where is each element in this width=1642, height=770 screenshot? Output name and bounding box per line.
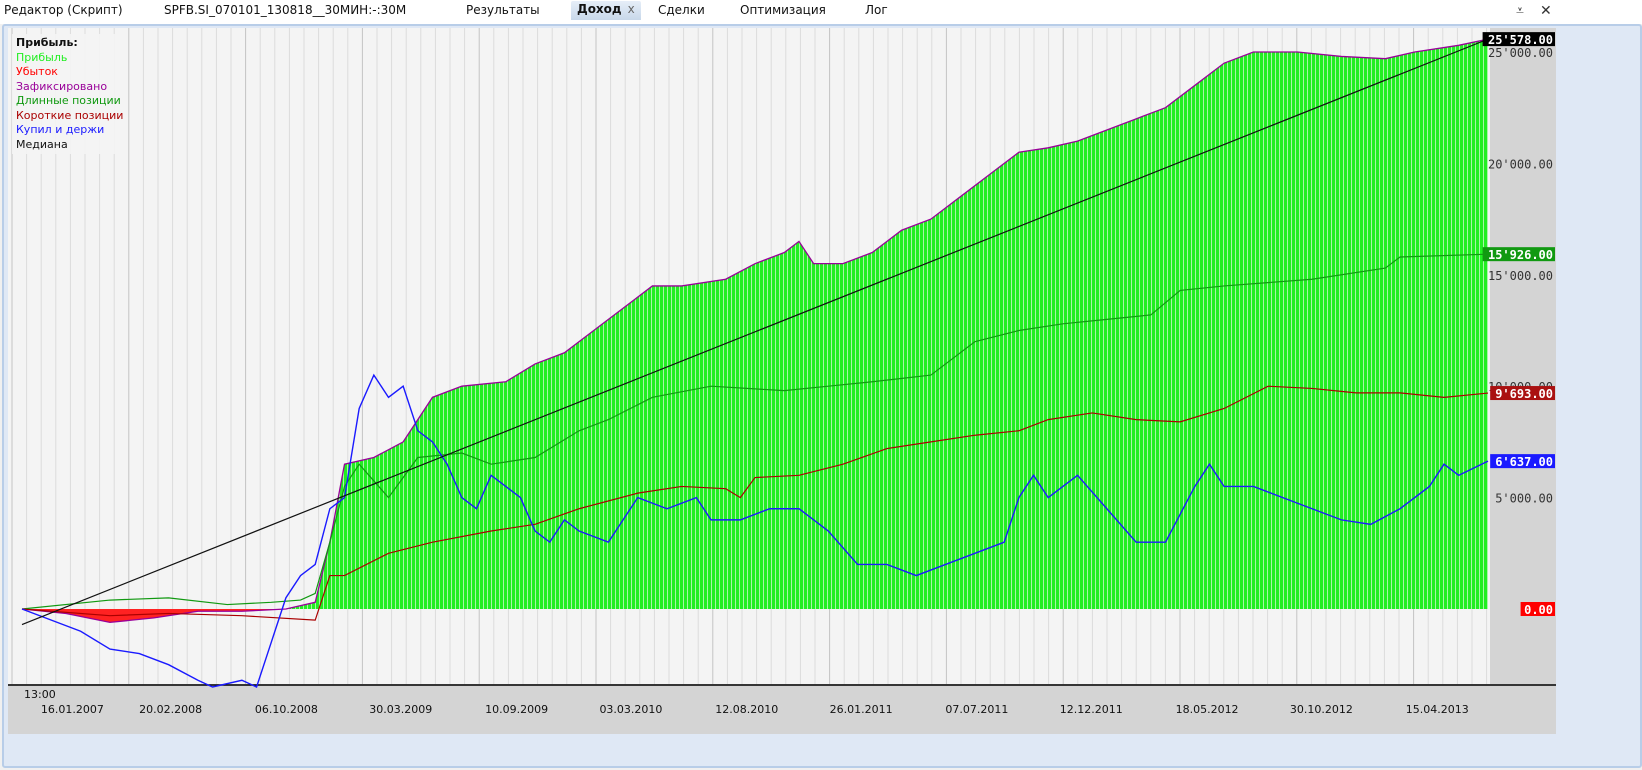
x-tick-label: 18.05.2012 bbox=[1176, 703, 1239, 716]
y-tick-label: 5'000.00 bbox=[1495, 492, 1553, 506]
income-chart: 5'000.0010'000.0015'000.0020'000.0025'00… bbox=[8, 28, 1556, 734]
last-value-label: 15'926.00 bbox=[1488, 248, 1553, 262]
last-value-label: 9'693.00 bbox=[1495, 387, 1553, 401]
legend: Прибыль: Прибыль Убыток Зафиксировано Длинн… bbox=[12, 34, 128, 154]
legend-item: Медиана bbox=[16, 137, 68, 151]
legend-item: Прибыль bbox=[16, 50, 68, 64]
x-tick-label: 03.03.2010 bbox=[599, 703, 662, 716]
x-tick-label: 12.08.2010 bbox=[715, 703, 778, 716]
last-value-label: 25'578.00 bbox=[1488, 33, 1553, 47]
legend-item: Короткие позиции bbox=[16, 108, 124, 122]
y-axis-panel bbox=[1490, 28, 1556, 684]
x-tick-label: 06.10.2008 bbox=[255, 703, 318, 716]
y-tick-label: 25'000.00 bbox=[1488, 46, 1553, 60]
legend-item: Длинные позиции bbox=[16, 94, 121, 107]
x-tick-label: 20.02.2008 bbox=[139, 703, 202, 716]
last-value-label: 6'637.00 bbox=[1495, 455, 1553, 469]
x-tick-label: 30.03.2009 bbox=[369, 703, 432, 716]
x-time-label: 13:00 bbox=[24, 688, 56, 701]
legend-title: Прибыль: bbox=[16, 36, 78, 49]
y-tick-label: 15'000.00 bbox=[1488, 269, 1553, 283]
legend-item: Купил и держи bbox=[16, 123, 105, 136]
x-tick-label: 26.01.2011 bbox=[830, 703, 893, 716]
x-tick-label: 30.10.2012 bbox=[1290, 703, 1353, 716]
x-tick-label: 16.01.2007 bbox=[41, 703, 104, 716]
legend-item: Убыток bbox=[16, 65, 58, 78]
last-value-label: 0.00 bbox=[1524, 603, 1553, 617]
y-tick-label: 20'000.00 bbox=[1488, 157, 1553, 171]
x-tick-label: 07.07.2011 bbox=[945, 703, 1008, 716]
x-tick-label: 15.04.2013 bbox=[1406, 703, 1469, 716]
x-tick-label: 10.09.2009 bbox=[485, 703, 548, 716]
legend-item: Зафиксировано bbox=[16, 79, 108, 93]
x-tick-label: 12.12.2011 bbox=[1060, 703, 1123, 716]
